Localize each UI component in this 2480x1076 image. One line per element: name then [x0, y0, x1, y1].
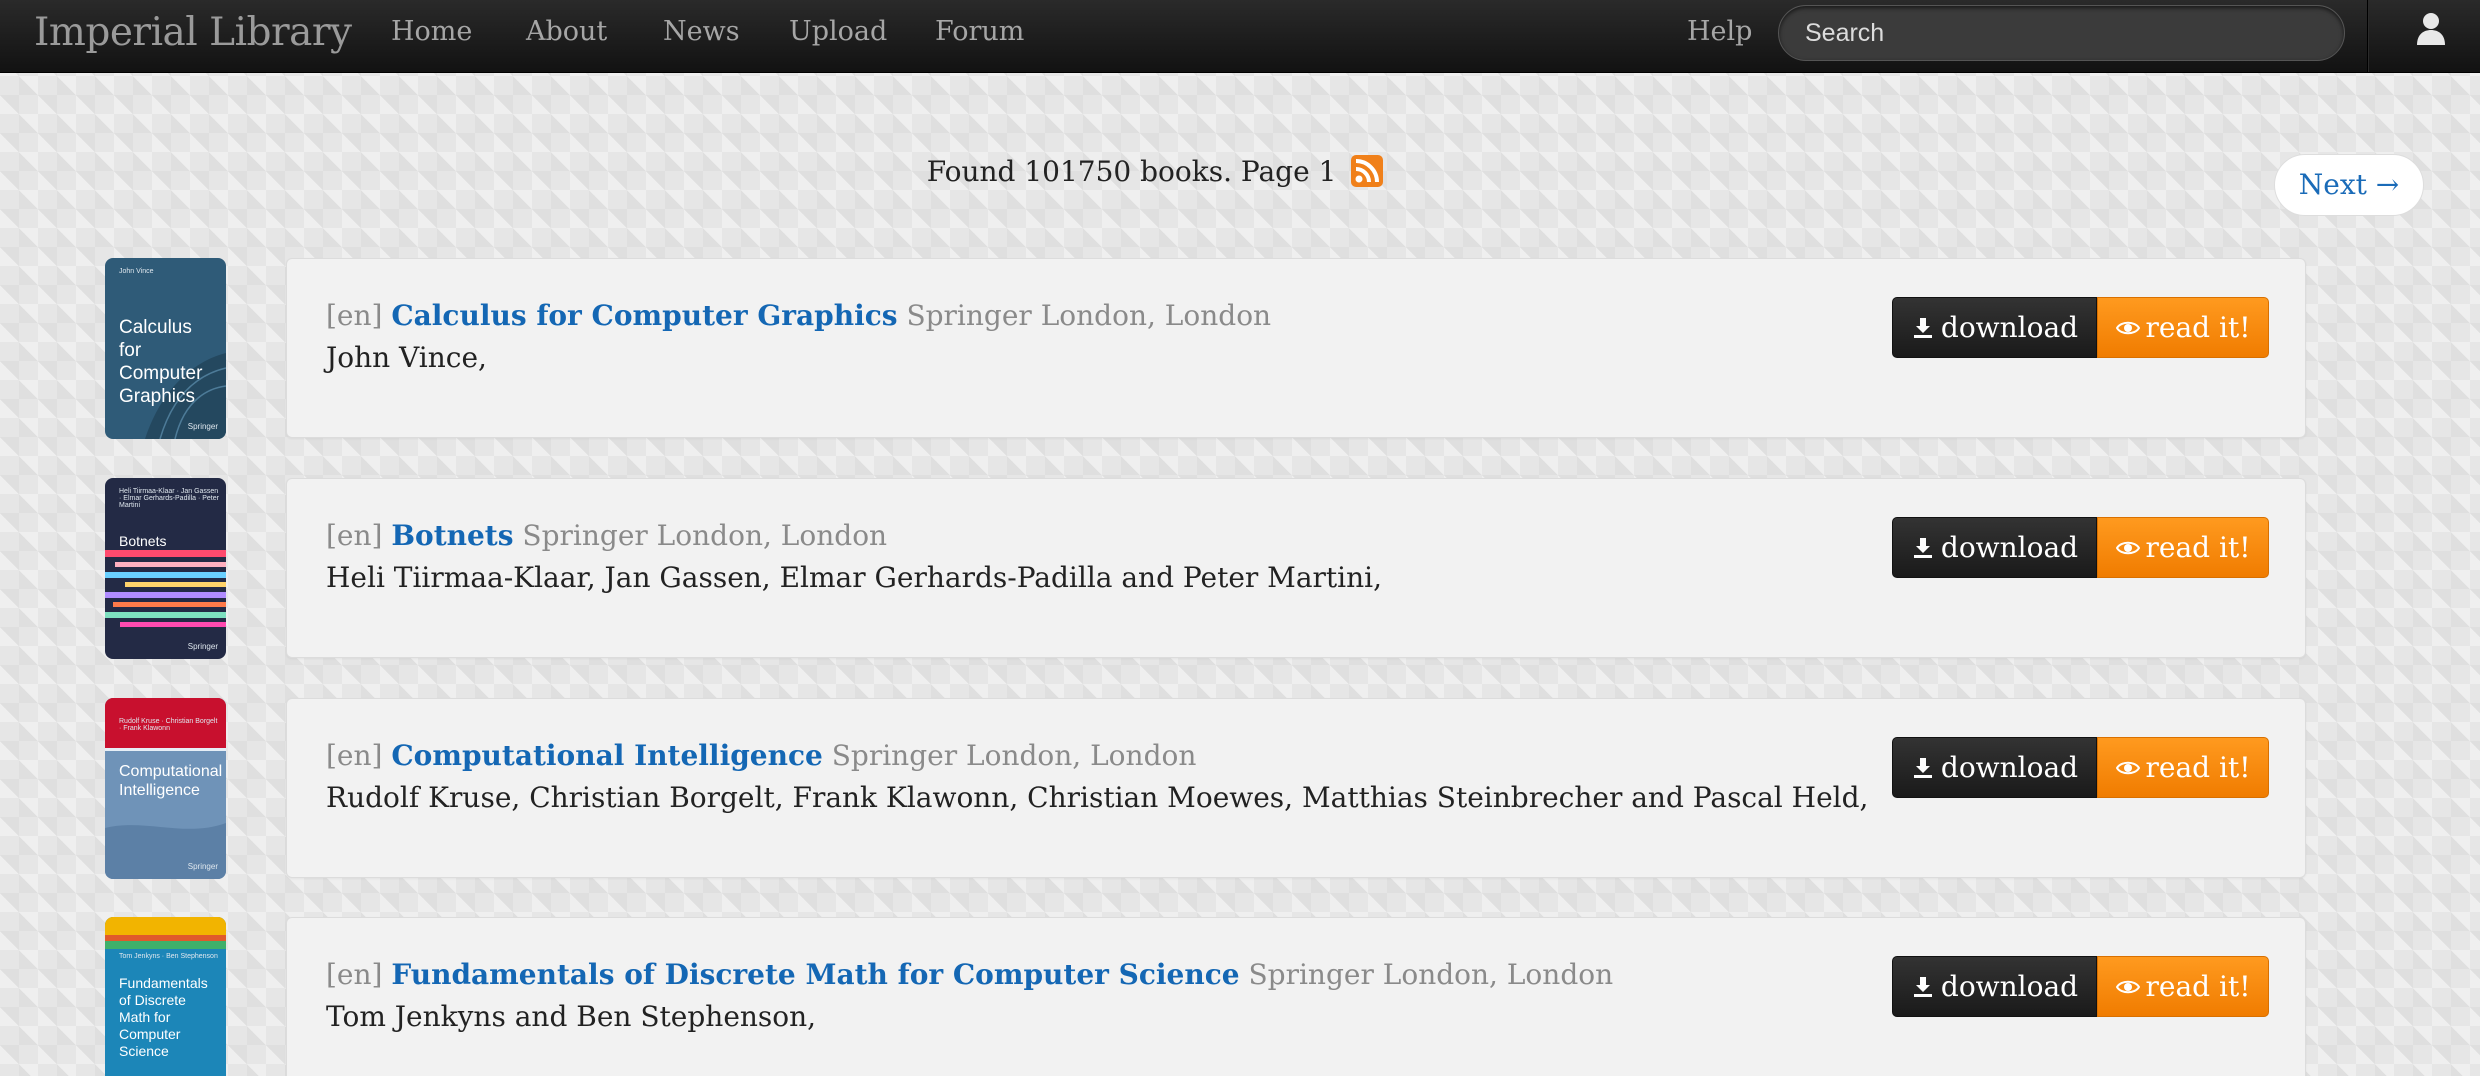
cover-author: Rudolf Kruse · Christian Borgelt · Frank… — [119, 718, 218, 732]
nav-news[interactable]: News — [663, 0, 740, 66]
book-language: [en] — [326, 958, 383, 991]
book-title-link[interactable]: Computational Intelligence — [391, 739, 822, 772]
book-language: [en] — [326, 299, 383, 332]
cover-publisher: Springer — [187, 422, 218, 431]
book-language: [en] — [326, 739, 383, 772]
book-publisher: Springer London, London — [522, 519, 888, 552]
book-cover[interactable]: Tom Jenkyns · Ben Stephenson Fundamental… — [105, 917, 226, 1076]
cover-title: Botnets — [119, 533, 167, 549]
cover-title: Fundamentals of Discrete Math for Comput… — [119, 975, 208, 1059]
read-label: read it! — [2145, 751, 2251, 784]
cover-title: Calculus for Computer Graphics — [119, 317, 203, 407]
cover-author: Tom Jenkyns · Ben Stephenson — [119, 953, 218, 960]
eye-icon — [2115, 321, 2140, 334]
book-heading: [en] Calculus for Computer Graphics Spri… — [326, 299, 1271, 332]
book-authors: Rudolf Kruse, Christian Borgelt, Frank K… — [326, 781, 1869, 814]
book-actions: download read it! — [1892, 297, 2269, 358]
nav-about[interactable]: About — [526, 0, 607, 66]
read-button[interactable]: read it! — [2097, 517, 2269, 578]
eye-icon — [2115, 761, 2140, 774]
brand-logo[interactable]: Imperial Library — [34, 0, 352, 66]
download-label: download — [1940, 751, 2079, 784]
user-icon[interactable] — [2416, 12, 2446, 46]
book-publisher: Springer London, London — [831, 739, 1197, 772]
download-button[interactable]: download — [1892, 297, 2097, 358]
book-heading: [en] Botnets Springer London, London — [326, 519, 887, 552]
download-icon — [1913, 317, 1932, 338]
book-actions: download read it! — [1892, 956, 2269, 1017]
book-authors: Tom Jenkyns and Ben Stephenson, — [326, 1000, 817, 1033]
download-label: download — [1940, 531, 2079, 564]
eye-icon — [2115, 980, 2140, 993]
book-actions: download read it! — [1892, 517, 2269, 578]
read-label: read it! — [2145, 970, 2251, 1003]
download-icon — [1913, 757, 1932, 778]
search-input[interactable] — [1778, 5, 2345, 61]
book-card: [en] Botnets Springer London, London Hel… — [286, 478, 2306, 658]
read-button[interactable]: read it! — [2097, 297, 2269, 358]
book-title-link[interactable]: Calculus for Computer Graphics — [391, 299, 897, 332]
book-language: [en] — [326, 519, 383, 552]
read-label: read it! — [2145, 531, 2251, 564]
top-navbar: Imperial Library Home About News Upload … — [0, 0, 2480, 73]
book-cover[interactable]: Heli Tiirmaa-Klaar · Jan Gassen · Elmar … — [105, 478, 226, 659]
rss-icon[interactable] — [1351, 155, 1384, 187]
cover-author: John Vince — [119, 268, 154, 275]
read-button[interactable]: read it! — [2097, 956, 2269, 1017]
cover-author: Heli Tiirmaa-Klaar · Jan Gassen · Elmar … — [119, 488, 219, 509]
download-button[interactable]: download — [1892, 956, 2097, 1017]
download-icon — [1913, 976, 1932, 997]
download-label: download — [1940, 311, 2079, 344]
book-authors: Heli Tiirmaa-Klaar, Jan Gassen, Elmar Ge… — [326, 561, 1383, 594]
book-card: [en] Calculus for Computer Graphics Spri… — [286, 258, 2306, 438]
download-button[interactable]: download — [1892, 517, 2097, 578]
download-label: download — [1940, 970, 2079, 1003]
book-card: [en] Computational Intelligence Springer… — [286, 698, 2306, 878]
results-count-text: Found 101750 books. Page 1 — [926, 155, 1337, 188]
download-button[interactable]: download — [1892, 737, 2097, 798]
read-label: read it! — [2145, 311, 2251, 344]
download-icon — [1913, 537, 1932, 558]
results-summary: Found 101750 books. Page 1 — [0, 155, 2310, 188]
read-button[interactable]: read it! — [2097, 737, 2269, 798]
book-heading: [en] Fundamentals of Discrete Math for C… — [326, 958, 1613, 991]
next-page-button[interactable]: Next → — [2274, 154, 2424, 216]
book-cover[interactable]: John Vince Calculus for Computer Graphic… — [105, 258, 226, 439]
eye-icon — [2115, 541, 2140, 554]
book-publisher: Springer London, London — [906, 299, 1272, 332]
book-heading: [en] Computational Intelligence Springer… — [326, 739, 1196, 772]
book-publisher: Springer London, London — [1248, 958, 1614, 991]
book-cover[interactable]: Rudolf Kruse · Christian Borgelt · Frank… — [105, 698, 226, 879]
nav-home[interactable]: Home — [391, 0, 472, 66]
book-actions: download read it! — [1892, 737, 2269, 798]
cover-title: Computational Intelligence — [119, 763, 223, 799]
cover-publisher: Springer — [187, 862, 218, 871]
book-title-link[interactable]: Fundamentals of Discrete Math for Comput… — [391, 958, 1239, 991]
book-authors: John Vince, — [326, 341, 487, 374]
nav-upload[interactable]: Upload — [789, 0, 887, 66]
nav-help[interactable]: Help — [1687, 0, 1752, 66]
book-card: [en] Fundamentals of Discrete Math for C… — [286, 917, 2306, 1076]
nav-forum[interactable]: Forum — [935, 0, 1024, 66]
cover-publisher: Springer — [187, 642, 218, 651]
nav-divider — [2367, 0, 2369, 72]
book-title-link[interactable]: Botnets — [391, 519, 513, 552]
